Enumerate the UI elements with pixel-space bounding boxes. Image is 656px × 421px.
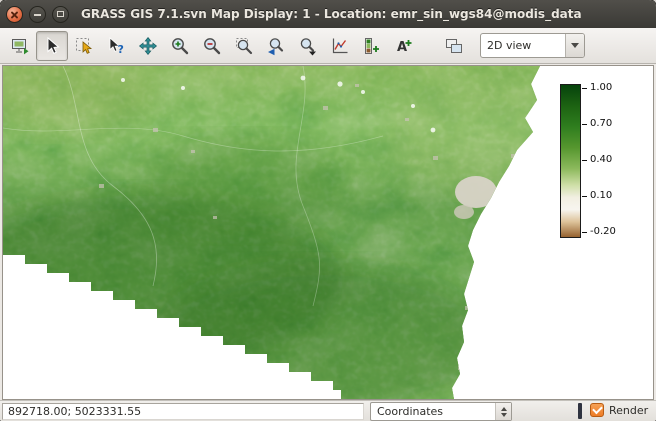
analyze-button[interactable] [324, 31, 356, 61]
legend-tick [582, 88, 587, 89]
zoom-in-button[interactable] [164, 31, 196, 61]
close-button[interactable] [6, 6, 23, 23]
legend-label: 0.10 [590, 191, 612, 201]
legend-label: -0.20 [590, 227, 616, 237]
titlebar[interactable]: GRASS GIS 7.1.svn Map Display: 1 - Locat… [0, 0, 656, 29]
pointer-button[interactable] [36, 31, 68, 61]
map-toolbar: ? [0, 28, 656, 64]
zoom-in-icon [170, 36, 190, 56]
add-text-icon: A [394, 36, 414, 56]
zoom-region-button[interactable] [228, 31, 260, 61]
render-toggle[interactable]: Render [590, 403, 648, 417]
zoom-menu-button[interactable] [292, 31, 324, 61]
statusbar-mode-spinner[interactable] [495, 403, 511, 420]
legend-label: 0.40 [590, 155, 612, 165]
zoom-out-button[interactable] [196, 31, 228, 61]
render-display-icon [10, 36, 30, 56]
add-legend-icon [362, 36, 382, 56]
legend-label: 1.00 [590, 83, 612, 93]
window-title: GRASS GIS 7.1.svn Map Display: 1 - Locat… [81, 7, 582, 21]
view-mode-arrow-button[interactable] [565, 34, 584, 57]
zoom-to-region-icon [234, 36, 254, 56]
save-display-icon [444, 36, 464, 56]
pan-button[interactable] [132, 31, 164, 61]
pointer-icon [42, 36, 62, 56]
statusbar: 892718.00; 5023331.55 Coordinates Render [0, 400, 656, 421]
zoom-back-icon [266, 36, 286, 56]
raster-legend: 1.00 0.70 0.40 0.10 -0.20 [560, 84, 638, 244]
chevron-down-icon [571, 43, 579, 48]
render-label: Render [609, 404, 648, 417]
legend-label: 0.70 [590, 119, 612, 129]
chevron-up-icon [501, 407, 507, 411]
legend-color-ramp [560, 84, 581, 238]
map-display-canvas[interactable]: 1.00 0.70 0.40 0.10 -0.20 [2, 65, 654, 400]
statusbar-divider [578, 403, 582, 419]
legend-tick [582, 232, 587, 233]
view-mode-value: 2D view [481, 39, 565, 52]
legend-tick [582, 160, 587, 161]
save-display-button[interactable] [438, 31, 470, 61]
render-checkbox[interactable] [590, 403, 604, 417]
zoom-back-button[interactable] [260, 31, 292, 61]
legend-tick [582, 196, 587, 197]
render-display-button[interactable] [4, 31, 36, 61]
add-text-button[interactable]: A [388, 31, 420, 61]
select-features-icon [74, 36, 94, 56]
zoom-out-icon [202, 36, 222, 56]
query-icon: ? [106, 36, 126, 56]
grass-map-display-window: GRASS GIS 7.1.svn Map Display: 1 - Locat… [0, 0, 656, 421]
query-button[interactable]: ? [100, 31, 132, 61]
ndvi-raster-map [3, 66, 653, 399]
legend-tick [582, 124, 587, 125]
add-legend-button[interactable] [356, 31, 388, 61]
statusbar-mode-select[interactable]: Coordinates [370, 402, 512, 421]
coordinate-display: 892718.00; 5023331.55 [2, 403, 364, 420]
zoom-options-icon [298, 36, 318, 56]
minimize-button[interactable] [29, 6, 46, 23]
analyze-chart-icon [330, 36, 350, 56]
view-mode-dropdown[interactable]: 2D view [480, 33, 585, 58]
select-button[interactable] [68, 31, 100, 61]
pan-icon [138, 36, 158, 56]
maximize-button[interactable] [52, 6, 69, 23]
svg-text:?: ? [118, 43, 124, 56]
check-icon [592, 404, 603, 415]
chevron-down-icon [501, 413, 507, 417]
statusbar-mode-value: Coordinates [371, 405, 495, 418]
